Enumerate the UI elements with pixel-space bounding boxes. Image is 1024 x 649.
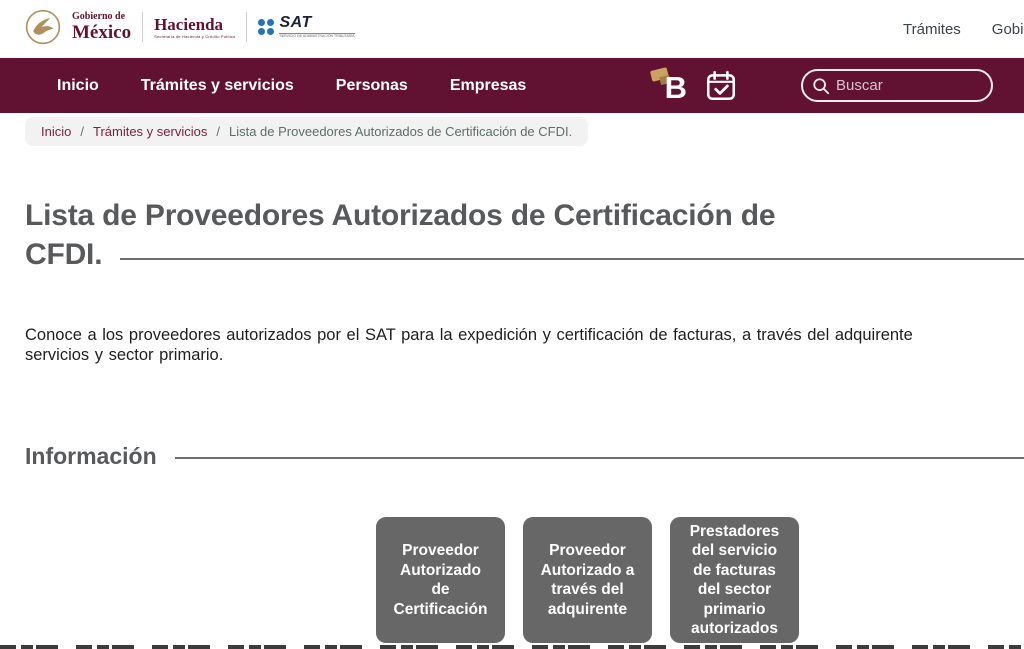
page-title-line1: Lista de Proveedores Autorizados de Cert…	[25, 196, 1024, 235]
top-header-bar: Gobierno de México Hacienda Secretaría d…	[0, 0, 1024, 58]
nav-item-empresas[interactable]: Empresas	[450, 77, 527, 95]
top-link-tramites[interactable]: Trámites	[903, 21, 961, 38]
hacienda-subtitle: Secretaría de Hacienda y Crédito Público	[154, 35, 235, 39]
provider-buttons-row: Proveedor Autorizado de Certificación Pr…	[25, 517, 1024, 643]
mexico-label: México	[72, 23, 131, 42]
breadcrumb: Inicio / Trámites y servicios / Lista de…	[25, 117, 588, 146]
top-right-links: Trámites Gobierno	[903, 21, 1024, 38]
informacion-heading: Información	[25, 443, 157, 470]
page-title-line2-row: CFDI.	[25, 235, 1024, 274]
page-content: Lista de Proveedores Autorizados de Cert…	[0, 196, 1024, 643]
button-proveedor-autorizado-adquirente[interactable]: Proveedor Autorizado a través del adquir…	[523, 517, 652, 643]
gobierno-de-mexico-logo[interactable]: Gobierno de México	[72, 12, 131, 42]
breadcrumb-tramites-y-servicios[interactable]: Trámites y servicios	[93, 124, 207, 139]
breadcrumb-separator: /	[216, 124, 220, 139]
title-divider-line	[120, 258, 1024, 260]
informacion-heading-row: Información	[25, 443, 1024, 470]
top-link-gobierno[interactable]: Gobierno	[992, 21, 1024, 38]
page-title-line2: CFDI.	[25, 238, 102, 272]
breadcrumb-inicio[interactable]: Inicio	[41, 124, 71, 139]
calendar-icon[interactable]	[704, 69, 738, 103]
intro-paragraph: Conoce a los proveedores autorizados por…	[25, 326, 1024, 365]
sat-subtitle: SERVICIO DE ADMINISTRACIÓN TRIBUTARIA	[279, 33, 354, 39]
search-icon	[812, 77, 830, 95]
intro-line1: Conoce a los proveedores autorizados por…	[25, 326, 1024, 346]
button-prestadores-sector-primario[interactable]: Prestadores del servicio de facturas del…	[670, 517, 799, 643]
brand-divider	[246, 12, 247, 42]
search-input[interactable]	[836, 77, 976, 94]
clipped-text-strip	[0, 645, 1024, 649]
breadcrumb-separator: /	[80, 124, 84, 139]
button-proveedor-autorizado-certificacion[interactable]: Proveedor Autorizado de Certificación	[376, 517, 505, 643]
informacion-divider-line	[175, 457, 1024, 459]
brand-divider	[142, 12, 143, 42]
sat-label: SAT	[279, 15, 354, 31]
intro-line2: servicios y sector primario.	[25, 346, 1024, 366]
nav-item-inicio[interactable]: Inicio	[57, 77, 99, 95]
nav-items: Inicio Trámites y servicios Personas Emp…	[57, 77, 526, 95]
mexico-eagle-seal-icon	[25, 9, 61, 45]
breadcrumb-current-page: Lista de Proveedores Autorizados de Cert…	[229, 124, 572, 139]
sat-logo[interactable]: SAT SERVICIO DE ADMINISTRACIÓN TRIBUTARI…	[258, 15, 354, 39]
sat-dots-icon	[258, 19, 274, 35]
main-navigation-bar: Inicio Trámites y servicios Personas Emp…	[0, 58, 1024, 113]
nav-item-tramites-y-servicios[interactable]: Trámites y servicios	[141, 77, 294, 95]
search-box[interactable]	[801, 69, 993, 102]
government-brand-row: Gobierno de México Hacienda Secretaría d…	[25, 9, 355, 45]
gobierno-de-label: Gobierno de	[72, 12, 131, 22]
hacienda-label: Hacienda	[154, 16, 235, 33]
nav-item-personas[interactable]: Personas	[336, 77, 408, 95]
nav-icon-group: B	[651, 69, 993, 103]
buzon-tributario-icon[interactable]: B	[651, 69, 687, 103]
hacienda-logo[interactable]: Hacienda Secretaría de Hacienda y Crédit…	[154, 16, 235, 39]
